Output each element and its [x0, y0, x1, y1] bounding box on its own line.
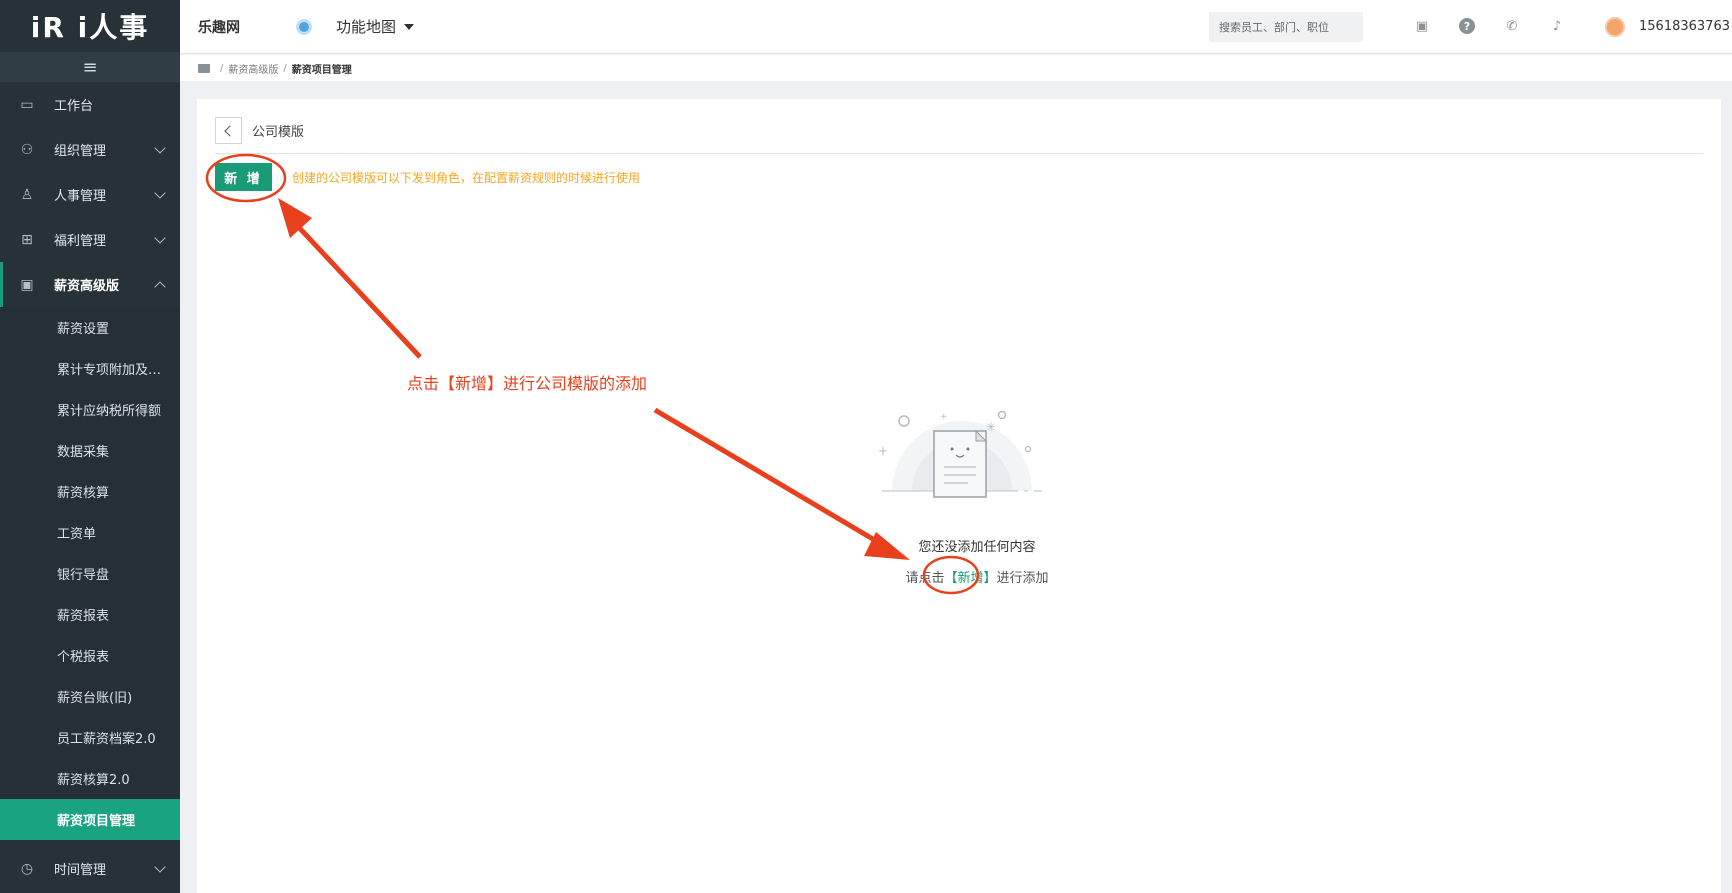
settings-gear-icon[interactable]	[296, 18, 312, 35]
submenu-item[interactable]: 薪资台账(旧)	[0, 676, 180, 717]
monitor-icon: ▭	[20, 96, 34, 113]
chevron-down-icon	[154, 232, 166, 244]
sidebar-item-label: 福利管理	[54, 234, 107, 249]
submenu-item[interactable]: 薪资核算2.0	[0, 758, 180, 799]
breadcrumb: / 薪资高级版 / 薪资项目管理	[180, 55, 1732, 81]
gift-icon: ⊞	[21, 231, 33, 248]
sidebar-item-benefits[interactable]: ⊞ 福利管理	[0, 217, 180, 262]
sidebar-item-workbench[interactable]: ▭ 工作台	[0, 82, 180, 127]
menu-collapse-icon[interactable]: ≡	[0, 52, 180, 82]
clock-icon: ◷	[20, 860, 34, 877]
sidebar-item-org[interactable]: ⚇ 组织管理	[0, 127, 180, 172]
submenu-item-active[interactable]: 薪资项目管理	[0, 799, 180, 840]
submenu-item[interactable]: 薪资设置	[0, 307, 180, 348]
avatar[interactable]	[1605, 17, 1625, 37]
chevron-down-icon	[154, 187, 166, 199]
empty-sub-suffix: 进行添加	[996, 571, 1049, 586]
empty-state-subtitle: 请点击【新增】进行添加	[887, 567, 1067, 586]
sidebar-item-label: 人事管理	[54, 189, 107, 204]
search-input[interactable]	[1209, 12, 1363, 42]
feature-map-label: 功能地图	[336, 18, 397, 36]
submenu-item[interactable]: 薪资核算	[0, 471, 180, 512]
empty-sub-prefix: 请点击	[905, 571, 945, 586]
empty-state-illustration: + + ✳	[878, 411, 1042, 498]
submenu-item[interactable]: 薪资报表	[0, 594, 180, 635]
wallet-icon: ▣	[20, 276, 34, 293]
breadcrumb-current: 薪资项目管理	[291, 64, 352, 76]
breadcrumb-separator: /	[283, 62, 287, 74]
app-logo[interactable]: iR i人事	[0, 0, 180, 52]
submenu-item[interactable]: 数据采集	[0, 430, 180, 471]
breadcrumb-item[interactable]: 薪资高级版	[228, 61, 278, 76]
submenu-item[interactable]: 累计专项附加及…	[0, 348, 180, 389]
main-card: 公司模版 新 增 创建的公司模版可以下发到角色，在配置薪资规则的时候进行使用 +…	[197, 99, 1721, 893]
company-name[interactable]: 乐趣网	[198, 17, 240, 37]
hint-text: 创建的公司模版可以下发到角色，在配置薪资规则的时候进行使用	[292, 171, 641, 185]
sidebar-item-salary-advanced[interactable]: ▣ 薪资高级版	[0, 262, 180, 307]
svg-text:+: +	[940, 412, 948, 422]
empty-add-link[interactable]: 【新增】	[944, 571, 996, 586]
sidebar-item-label: 时间管理	[54, 863, 107, 878]
sidebar-item-label: 工作台	[54, 99, 94, 114]
org-chart-icon: ⚇	[20, 141, 34, 158]
home-icon[interactable]	[198, 63, 210, 73]
caret-down-icon	[404, 23, 415, 30]
sidebar-item-hr[interactable]: ♙ 人事管理	[0, 172, 180, 217]
feature-map-dropdown[interactable]: 功能地图	[336, 16, 415, 37]
breadcrumb-separator: /	[220, 62, 224, 74]
page-title: 公司模版	[252, 125, 305, 140]
submenu-item[interactable]: 银行导盘	[0, 553, 180, 594]
annotation-text: 点击【新增】进行公司模版的添加	[407, 374, 648, 393]
submenu-item[interactable]: 员工薪资档案2.0	[0, 717, 180, 758]
help-icon[interactable]: ?	[1459, 18, 1475, 34]
chevron-up-icon	[154, 281, 166, 293]
user-phone[interactable]: 15618363763	[1639, 19, 1730, 34]
chevron-left-icon	[224, 124, 236, 137]
divider	[215, 153, 1703, 154]
submenu-item[interactable]: 累计应纳税所得额	[0, 389, 180, 430]
sidebar-item-time[interactable]: ◷ 时间管理	[0, 846, 180, 891]
submenu-item[interactable]: 工资单	[0, 512, 180, 553]
person-icon: ♙	[20, 186, 34, 203]
sidebar: iR i人事 ≡ ▭ 工作台 ⚇ 组织管理 ♙ 人事管理 ⊞ 福利管理 ▣ 薪资…	[0, 0, 180, 893]
submenu-item[interactable]: 个税报表	[0, 635, 180, 676]
back-button[interactable]	[215, 117, 242, 144]
video-icon[interactable]: ▣	[1414, 18, 1430, 34]
add-button[interactable]: 新 增	[215, 163, 272, 191]
sidebar-item-label: 薪资高级版	[54, 279, 120, 294]
bell-icon[interactable]: ♪	[1549, 18, 1565, 34]
svg-text:+: +	[878, 444, 888, 458]
svg-text:✳: ✳	[986, 420, 996, 434]
chevron-down-icon	[154, 142, 166, 154]
chevron-down-icon	[154, 861, 166, 873]
top-header: 乐趣网 功能地图 ▣ ? ✆ ♪ 15618363763	[180, 0, 1732, 54]
phone-icon[interactable]: ✆	[1504, 18, 1520, 34]
empty-state-title: 您还没添加任何内容	[918, 540, 1036, 555]
sidebar-item-label: 组织管理	[54, 144, 107, 159]
salary-submenu: 薪资设置 累计专项附加及… 累计应纳税所得额 数据采集 薪资核算 工资单 银行导…	[0, 307, 180, 840]
